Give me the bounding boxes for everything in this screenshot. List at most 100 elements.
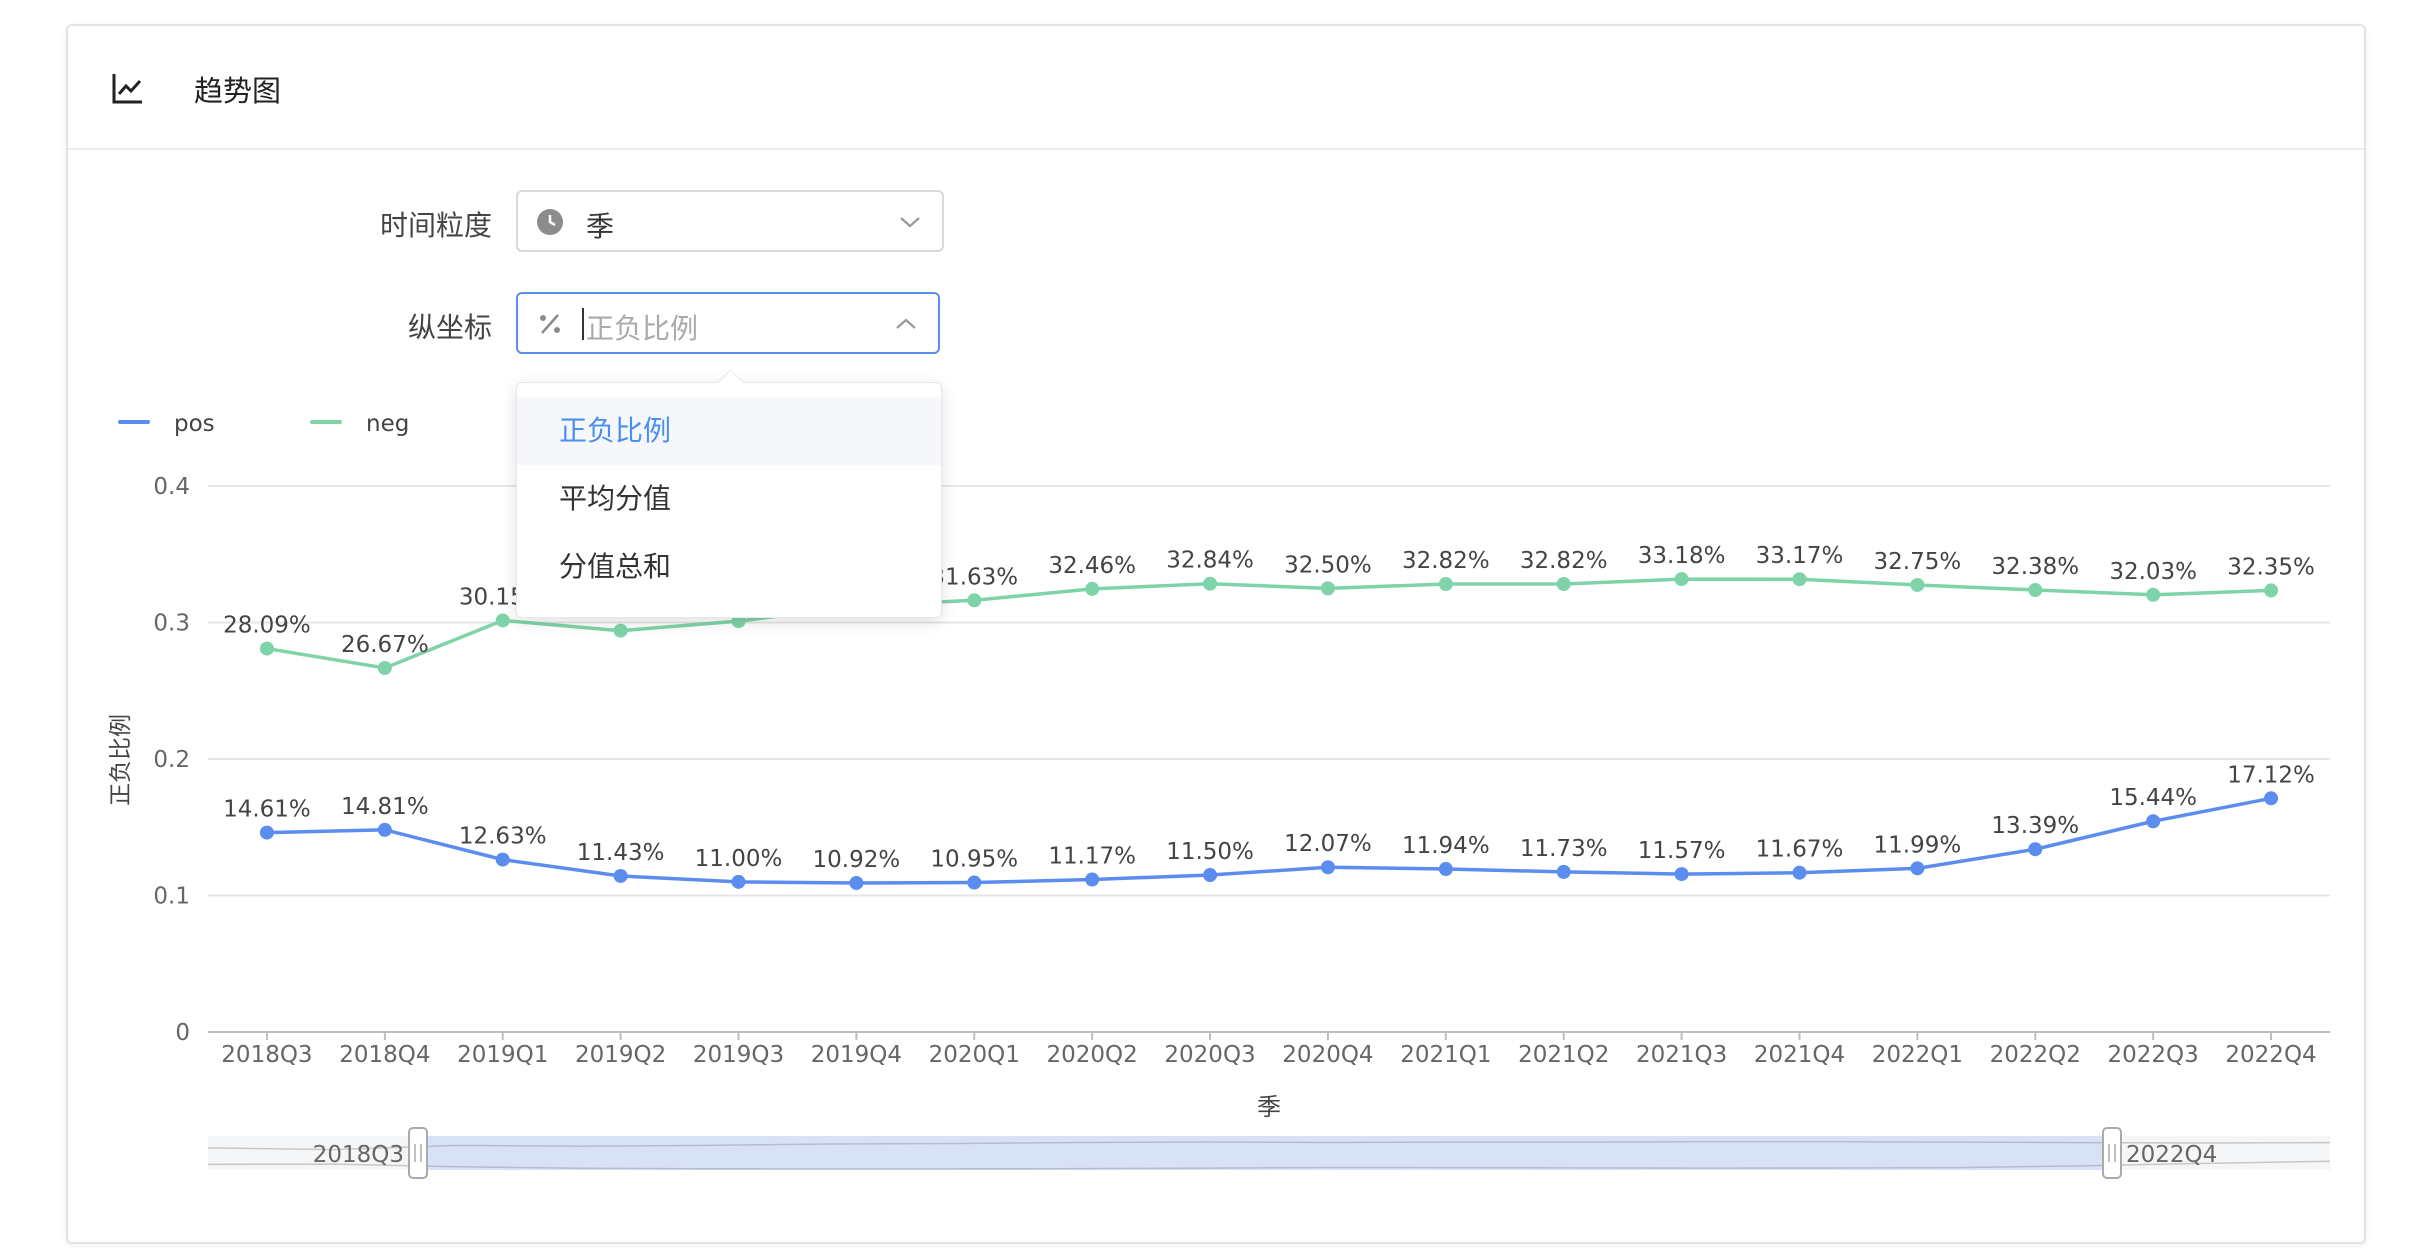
data-point — [1320, 860, 1335, 875]
data-label: 10.92% — [813, 847, 901, 873]
data-point — [967, 875, 982, 890]
data-point — [1792, 865, 1807, 880]
x-tick-label: 2021Q2 — [1518, 1042, 1609, 1068]
trend-chart: pos neg 0 0.1 0.2 0.3 0.4 正负比例 2018Q3 2018Q4 2019Q… — [108, 411, 2331, 1179]
data-point — [1674, 867, 1689, 882]
data-label: 32.84% — [1166, 548, 1254, 574]
data-label: 32.38% — [1991, 554, 2079, 580]
data-point — [1792, 572, 1807, 587]
data-label: 11.17% — [1048, 844, 1136, 870]
data-label: 31.63% — [930, 564, 1018, 590]
data-point — [377, 660, 392, 675]
data-point — [613, 623, 628, 638]
x-tick-label: 2022Q1 — [1872, 1042, 1963, 1068]
legend-label[interactable]: neg — [366, 411, 409, 437]
data-label: 32.50% — [1284, 552, 1372, 578]
data-point — [1438, 862, 1453, 877]
data-label: 12.63% — [459, 824, 547, 850]
legend-label[interactable]: pos — [174, 411, 215, 437]
data-point — [495, 613, 510, 628]
x-tick-label: 2022Q4 — [2225, 1042, 2316, 1068]
data-point — [1203, 868, 1218, 883]
x-tick-label: 2020Q4 — [1282, 1042, 1373, 1068]
data-point — [1910, 577, 1925, 592]
data-label: 32.82% — [1520, 548, 1608, 574]
x-tick-label: 2021Q4 — [1754, 1042, 1845, 1068]
x-tick-label: 2020Q1 — [929, 1042, 1020, 1068]
zoom-handle-right[interactable] — [2102, 1127, 2122, 1179]
x-tick-label: 2019Q4 — [811, 1042, 902, 1068]
zoom-start-label: 2018Q3 — [313, 1142, 404, 1168]
data-label: 12.07% — [1284, 831, 1372, 857]
data-point — [495, 852, 510, 867]
data-point — [2146, 814, 2161, 829]
data-point — [2264, 583, 2279, 598]
data-label: 17.12% — [2227, 762, 2315, 788]
data-point — [1556, 577, 1571, 592]
x-tick-label: 2020Q2 — [1047, 1042, 1138, 1068]
data-label: 33.18% — [1638, 543, 1726, 569]
data-point — [2028, 842, 2043, 857]
zoom-handle-left[interactable] — [408, 1127, 428, 1179]
data-label: 32.82% — [1402, 548, 1490, 574]
data-point — [377, 822, 392, 837]
data-point — [259, 641, 274, 656]
x-tick-label: 2020Q3 — [1164, 1042, 1255, 1068]
data-label: 28.09% — [223, 613, 311, 639]
data-label: 32.75% — [1874, 549, 1962, 575]
y-tick-label: 0.4 — [153, 474, 190, 500]
x-tick-label: 2019Q3 — [693, 1042, 784, 1068]
data-point — [2146, 587, 2161, 602]
zoom-selected-range — [418, 1136, 2112, 1170]
data-point — [1556, 864, 1571, 879]
data-label: 13.39% — [1991, 813, 2079, 839]
data-point — [849, 875, 864, 890]
data-label: 14.61% — [223, 797, 311, 823]
data-label: 10.95% — [930, 847, 1018, 873]
data-point — [259, 825, 274, 840]
data-label: 32.46% — [1048, 553, 1136, 579]
data-label: 15.44% — [2109, 785, 2197, 811]
data-point — [1674, 572, 1689, 587]
data-label: 11.57% — [1638, 838, 1726, 864]
x-tick-label: 2019Q1 — [457, 1042, 548, 1068]
data-label: 14.81% — [341, 794, 429, 820]
data-label: 32.03% — [2109, 559, 2197, 585]
dropdown-option[interactable]: 分值总和 — [517, 533, 941, 601]
data-label: 32.35% — [2227, 554, 2315, 580]
data-label: 11.00% — [695, 846, 783, 872]
data-point — [2028, 583, 2043, 598]
x-tick-label: 2022Q2 — [1990, 1042, 2081, 1068]
x-tick-label: 2022Q3 — [2108, 1042, 2199, 1068]
data-point — [1085, 872, 1100, 887]
data-point — [2264, 791, 2279, 806]
data-point — [1203, 576, 1218, 591]
y-tick-label: 0.2 — [153, 747, 190, 773]
y-tick-label: 0.1 — [153, 884, 190, 910]
x-tick-label: 2021Q3 — [1636, 1042, 1727, 1068]
x-tick-label: 2018Q4 — [339, 1042, 430, 1068]
data-label: 11.50% — [1166, 839, 1254, 865]
data-label: 11.99% — [1874, 832, 1962, 858]
x-tick-label: 2021Q1 — [1400, 1042, 1491, 1068]
y-axis-dropdown: 正负比例 平均分值 分值总和 — [516, 369, 942, 618]
x-tick-label: 2018Q3 — [221, 1042, 312, 1068]
data-label: 11.67% — [1756, 837, 1844, 863]
data-point — [613, 868, 628, 883]
data-point — [1085, 581, 1100, 596]
zoom-end-label: 2022Q4 — [2126, 1142, 2217, 1168]
data-label: 26.67% — [341, 632, 429, 658]
dropdown-option[interactable]: 正负比例 — [517, 397, 941, 465]
series-line-pos — [266, 796, 2272, 885]
data-label: 11.94% — [1402, 833, 1490, 859]
data-point — [1910, 861, 1925, 876]
data-point — [1320, 581, 1335, 596]
data-label: 11.43% — [577, 840, 665, 866]
dropdown-option[interactable]: 平均分值 — [517, 465, 941, 533]
y-tick-label: 0.3 — [153, 611, 190, 637]
x-axis-title: 季 — [1257, 1093, 1281, 1121]
x-tick-label: 2019Q2 — [575, 1042, 666, 1068]
y-axis-title: 正负比例 — [108, 714, 134, 806]
y-tick-label: 0 — [175, 1020, 190, 1046]
data-point — [1438, 577, 1453, 592]
